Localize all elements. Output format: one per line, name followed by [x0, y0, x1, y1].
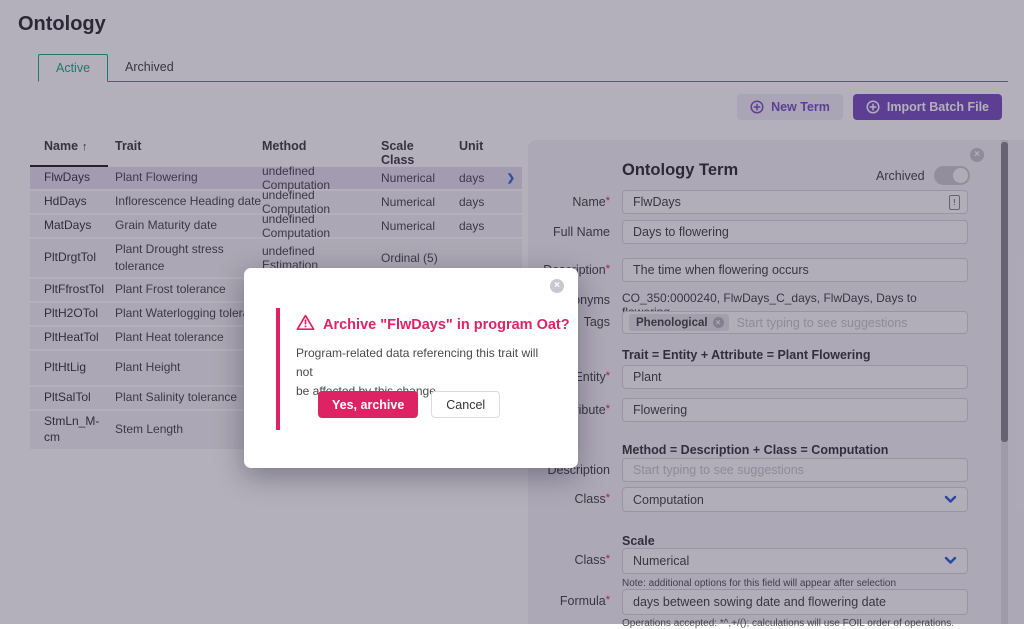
dialog-title: Archive "FlwDays" in program Oat? — [323, 317, 570, 333]
confirm-archive-button[interactable]: Yes, archive — [318, 391, 419, 418]
dialog-accent-bar — [276, 308, 280, 430]
archive-confirm-dialog: × Archive "FlwDays" in program Oat? Prog… — [244, 268, 578, 468]
warning-icon — [296, 314, 315, 336]
close-icon[interactable]: × — [550, 279, 564, 293]
cancel-button[interactable]: Cancel — [431, 391, 501, 418]
